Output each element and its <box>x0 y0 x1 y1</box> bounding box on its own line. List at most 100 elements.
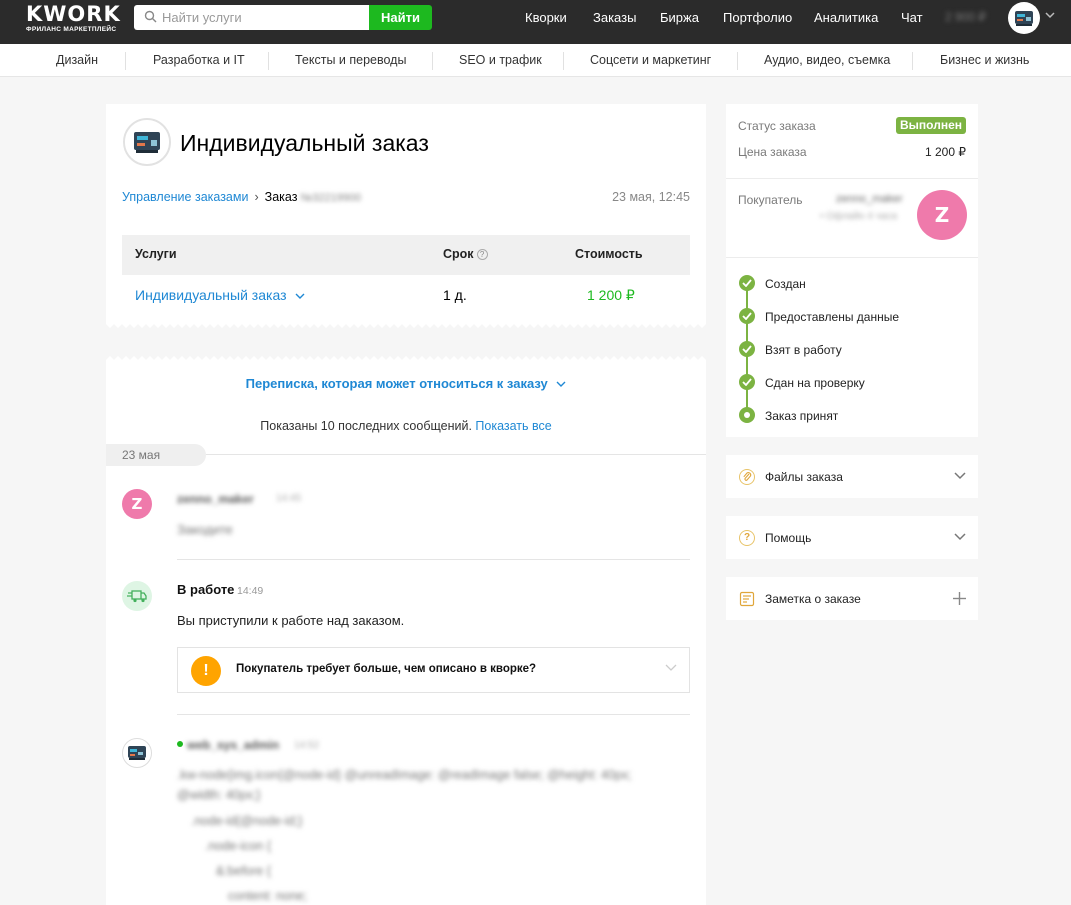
nav-orders[interactable]: Заказы <box>593 10 636 25</box>
truck-icon <box>122 581 152 611</box>
user-avatar-image <box>1015 11 1033 26</box>
category-seo[interactable]: SEO и трафик <box>459 53 542 67</box>
avatar[interactable] <box>122 738 152 768</box>
message-code-line: .node-icon { <box>205 839 272 853</box>
page-title: Индивидуальный заказ <box>180 130 429 156</box>
plus-icon <box>953 592 966 605</box>
help-label: Помощь <box>765 531 812 545</box>
service-name: Индивидуальный заказ <box>135 287 287 303</box>
service-term: 1 д. <box>443 287 467 303</box>
message-code-line: @width: 40px;} <box>177 788 261 802</box>
search-input[interactable] <box>162 5 362 30</box>
message-author[interactable]: web_sys_admin <box>187 738 279 752</box>
nav-kworks[interactable]: Кворки <box>525 10 567 25</box>
category-social[interactable]: Соцсети и маркетинг <box>590 53 711 67</box>
kwork-logo[interactable]: KWORK ФРИЛАНС МАРКЕТПЛЕЙС <box>26 3 121 33</box>
table-row: Индивидуальный заказ 1 д. 1 200 ₽ <box>122 275 690 315</box>
divider <box>737 52 738 70</box>
category-bar: Дизайн Разработка и IT Тексты и переводы… <box>0 44 1071 77</box>
order-note-label: Заметка о заказе <box>765 592 861 606</box>
col-price: Стоимость <box>575 247 643 261</box>
question-icon: ? <box>739 530 755 546</box>
warning-icon: ! <box>191 656 221 686</box>
category-texts[interactable]: Тексты и переводы <box>295 53 406 67</box>
divider <box>106 352 706 360</box>
message-code-line: .node-id{@node-id;} <box>191 814 303 828</box>
user-avatar[interactable] <box>1008 2 1040 34</box>
status-badge: Выполнен <box>896 117 966 134</box>
buyer-avatar[interactable]: Z <box>917 190 967 240</box>
nav-portfolio[interactable]: Портфолио <box>723 10 792 25</box>
divider <box>563 52 564 70</box>
order-thumbnail <box>125 120 169 164</box>
show-all-link[interactable]: Показать все <box>475 419 551 433</box>
service-link[interactable]: Индивидуальный заказ <box>135 287 305 303</box>
price-value: 1 200 ₽ <box>925 145 966 159</box>
correspondence-link[interactable]: Переписка, которая может относиться к за… <box>106 376 706 391</box>
alert-text: Покупатель требует больше, чем описано в… <box>236 663 537 675</box>
check-icon <box>739 374 755 390</box>
divider <box>106 324 706 332</box>
help-icon[interactable]: ? <box>476 249 488 260</box>
order-files-label: Файлы заказа <box>765 470 843 484</box>
balance[interactable]: 2 900 ₽ <box>945 10 986 24</box>
order-date: 23 мая, 12:45 <box>612 190 690 204</box>
search-button[interactable]: Найти <box>369 5 432 30</box>
avatar[interactable]: Z <box>122 489 152 519</box>
category-design[interactable]: Дизайн <box>56 53 98 67</box>
col-term-label: Срок <box>443 247 474 261</box>
divider <box>177 714 690 715</box>
status-text: Вы приступили к работе над заказом. <box>177 613 405 628</box>
chevron-down-icon <box>665 664 677 671</box>
divider <box>268 52 269 70</box>
order-icon <box>123 118 171 166</box>
step-submitted: Сдан на проверку <box>765 376 865 390</box>
breadcrumb-current: Заказ <box>264 190 298 204</box>
messages-info-text: Показаны 10 последних сообщений. <box>260 419 472 433</box>
category-media[interactable]: Аудио, видео, съемка <box>764 53 890 67</box>
nav-exchange[interactable]: Биржа <box>660 10 699 25</box>
breadcrumb-separator: › <box>254 190 259 204</box>
chevron-down-icon <box>295 293 305 299</box>
message-code-line: .kw-node{img.icon{@node-id} @unreadImage… <box>177 768 632 782</box>
step-accepted: Заказ принят <box>765 409 839 423</box>
nav-analytics[interactable]: Аналитика <box>814 10 878 25</box>
service-price: 1 200 ₽ <box>587 287 635 303</box>
message-time: 14:52 <box>294 740 320 751</box>
current-step-icon <box>739 407 755 423</box>
status-label: Статус заказа <box>738 119 816 133</box>
messages-info: Показаны 10 последних сообщений. Показат… <box>106 419 706 433</box>
category-business[interactable]: Бизнес и жизнь <box>940 53 1029 67</box>
status-title: В работе <box>177 582 235 597</box>
search-box <box>134 5 370 30</box>
breadcrumb-orders-link[interactable]: Управление заказами <box>122 190 248 204</box>
col-term: Срок? <box>443 247 488 261</box>
services-table-header: Услуги Срок? Стоимость <box>122 235 690 275</box>
chat-card: Переписка, которая может относиться к за… <box>106 352 706 905</box>
message-time: 14:45 <box>276 493 302 504</box>
note-icon <box>739 591 755 607</box>
buyer-name[interactable]: zenno_maker <box>836 193 903 205</box>
order-files-section[interactable]: Файлы заказа <box>726 455 978 498</box>
step-in-work: Взят в работу <box>765 343 842 357</box>
breadcrumb: Управление заказами › Заказ №32219900 <box>122 190 361 204</box>
day-separator: 23 мая <box>106 444 206 466</box>
divider <box>726 178 978 179</box>
help-section[interactable]: ? Помощь <box>726 516 978 559</box>
buyer-requirements-alert[interactable]: ! Покупатель требует больше, чем описано… <box>177 647 690 693</box>
buyer-online-status: • Офлайн 4 часа <box>820 211 898 222</box>
online-indicator <box>177 741 183 747</box>
chevron-down-icon[interactable] <box>1045 12 1055 19</box>
step-created: Создан <box>765 277 806 291</box>
chevron-down-icon <box>556 381 566 387</box>
buyer-label: Покупатель <box>738 193 803 207</box>
check-icon <box>739 275 755 291</box>
step-data-provided: Предоставлены данные <box>765 310 900 324</box>
chevron-down-icon <box>954 472 966 480</box>
logo-text: KWORK <box>26 2 121 26</box>
message-author[interactable]: zenno_maker <box>177 492 254 506</box>
order-note-section[interactable]: Заметка о заказе <box>726 577 978 620</box>
price-label: Цена заказа <box>738 145 807 159</box>
nav-chat[interactable]: Чат <box>901 10 923 25</box>
category-dev[interactable]: Разработка и IT <box>153 53 245 67</box>
